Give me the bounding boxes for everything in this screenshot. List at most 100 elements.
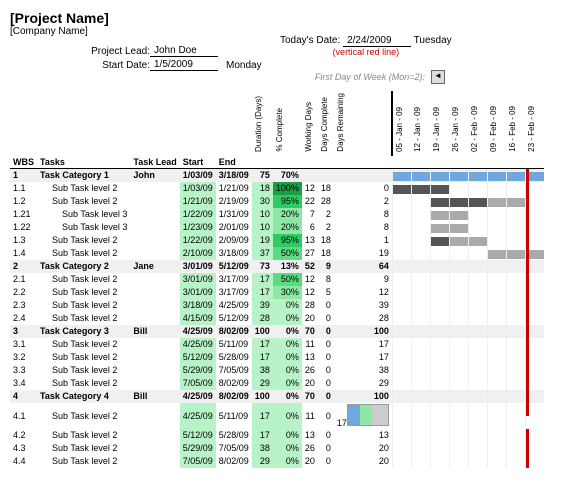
table-row[interactable]: 1.1 Sub Task level 2 1/03/09 1/21/09 18 … xyxy=(10,182,544,195)
table-row[interactable]: 1.22 Sub Task level 3 1/23/09 2/01/09 10… xyxy=(10,221,544,234)
pct-cell[interactable]: 0% xyxy=(273,325,302,338)
start-cell[interactable]: 5/12/09 xyxy=(180,429,216,442)
duration-cell[interactable]: 19 xyxy=(252,234,273,247)
duration-cell[interactable]: 39 xyxy=(252,299,273,312)
project-lead[interactable]: John Doe xyxy=(150,45,218,57)
start-cell[interactable]: 3/01/09 xyxy=(180,260,216,273)
duration-cell[interactable]: 28 xyxy=(252,312,273,325)
pct-cell[interactable]: 0% xyxy=(273,390,302,403)
start-cell[interactable]: 7/05/09 xyxy=(180,377,216,390)
start-cell[interactable]: 3/18/09 xyxy=(180,299,216,312)
pct-cell[interactable]: 0% xyxy=(273,442,302,455)
table-row[interactable]: 1 Task Category 1 John 1/03/09 3/18/09 7… xyxy=(10,168,544,182)
table-row[interactable]: 2.3 Sub Task level 2 3/18/09 4/25/09 39 … xyxy=(10,299,544,312)
duration-cell[interactable]: 18 xyxy=(252,182,273,195)
start-cell[interactable]: 3/01/09 xyxy=(180,286,216,299)
pct-cell[interactable]: 0% xyxy=(273,403,302,429)
start-cell[interactable]: 4/25/09 xyxy=(180,325,216,338)
table-row[interactable]: 2 Task Category 2 Jane 3/01/09 5/12/09 7… xyxy=(10,260,544,273)
start-cell[interactable]: 4/25/09 xyxy=(180,338,216,351)
pct-cell[interactable]: 50% xyxy=(273,247,302,260)
pct-cell[interactable]: 20% xyxy=(273,221,302,234)
start-cell[interactable]: 1/22/09 xyxy=(180,208,216,221)
table-row[interactable]: 1.21 Sub Task level 3 1/22/09 1/31/09 10… xyxy=(10,208,544,221)
table-row[interactable]: 3 Task Category 3 Bill 4/25/09 8/02/09 1… xyxy=(10,325,544,338)
duration-cell[interactable]: 17 xyxy=(252,273,273,286)
pct-cell[interactable]: 0% xyxy=(273,364,302,377)
pct-cell[interactable]: 30% xyxy=(273,286,302,299)
start-cell[interactable]: 5/12/09 xyxy=(180,351,216,364)
duration-cell[interactable]: 37 xyxy=(252,247,273,260)
table-row[interactable]: 4.1 Sub Task level 2 4/25/09 5/11/09 17 … xyxy=(10,403,544,429)
end-cell: 5/12/09 xyxy=(216,260,252,273)
table-row[interactable]: 4 Task Category 4 Bill 4/25/09 8/02/09 1… xyxy=(10,390,544,403)
dr-cell: 38 xyxy=(334,364,393,377)
duration-cell[interactable]: 10 xyxy=(252,208,273,221)
start-cell[interactable]: 1/03/09 xyxy=(180,182,216,195)
scroll-left-icon[interactable]: ◄ xyxy=(431,70,445,84)
pct-cell[interactable]: 95% xyxy=(273,195,302,208)
pct-cell[interactable]: 95% xyxy=(273,234,302,247)
duration-cell[interactable]: 17 xyxy=(252,286,273,299)
duration-cell[interactable]: 73 xyxy=(252,260,273,273)
pct-cell[interactable]: 20% xyxy=(273,208,302,221)
today-marker xyxy=(526,195,529,208)
start-cell[interactable]: 1/22/09 xyxy=(180,234,216,247)
pct-cell[interactable]: 0% xyxy=(273,429,302,442)
table-row[interactable]: 3.3 Sub Task level 2 5/29/09 7/05/09 38 … xyxy=(10,364,544,377)
table-row[interactable]: 2.4 Sub Task level 2 4/15/09 5/12/09 28 … xyxy=(10,312,544,325)
table-row[interactable]: 1.3 Sub Task level 2 1/22/09 2/09/09 19 … xyxy=(10,234,544,247)
duration-cell[interactable]: 100 xyxy=(252,325,273,338)
duration-cell[interactable]: 100 xyxy=(252,390,273,403)
pct-cell[interactable]: 0% xyxy=(273,377,302,390)
pct-cell[interactable]: 100% xyxy=(273,182,302,195)
table-row[interactable]: 1.4 Sub Task level 2 2/10/09 3/18/09 37 … xyxy=(10,247,544,260)
duration-cell[interactable]: 17 xyxy=(252,351,273,364)
task-cell: Sub Task level 2 xyxy=(37,442,130,455)
task-cell: Sub Task level 2 xyxy=(37,247,130,260)
pct-cell[interactable]: 0% xyxy=(273,351,302,364)
pct-cell[interactable]: 0% xyxy=(273,312,302,325)
todays-date[interactable]: 2/24/2009 xyxy=(343,35,411,47)
duration-cell[interactable]: 10 xyxy=(252,221,273,234)
duration-cell[interactable]: 17 xyxy=(252,338,273,351)
table-row[interactable]: 3.1 Sub Task level 2 4/25/09 5/11/09 17 … xyxy=(10,338,544,351)
pct-cell[interactable]: 0% xyxy=(273,299,302,312)
table-row[interactable]: 4.2 Sub Task level 2 5/12/09 5/28/09 17 … xyxy=(10,429,544,442)
table-row[interactable]: 4.3 Sub Task level 2 5/29/09 7/05/09 38 … xyxy=(10,442,544,455)
table-row[interactable]: 1.2 Sub Task level 2 1/21/09 2/19/09 30 … xyxy=(10,195,544,208)
start-cell[interactable]: 4/25/09 xyxy=(180,390,216,403)
duration-cell[interactable]: 75 xyxy=(252,168,273,182)
duration-cell[interactable]: 29 xyxy=(252,455,273,468)
start-cell[interactable]: 4/25/09 xyxy=(180,403,216,429)
wd-cell: 20 xyxy=(302,312,318,325)
start-cell[interactable]: 5/29/09 xyxy=(180,442,216,455)
start-cell[interactable]: 1/23/09 xyxy=(180,221,216,234)
table-row[interactable]: 2.1 Sub Task level 2 3/01/09 3/17/09 17 … xyxy=(10,273,544,286)
start-cell[interactable]: 5/29/09 xyxy=(180,364,216,377)
pct-cell[interactable]: 13% xyxy=(273,260,302,273)
today-marker xyxy=(526,390,529,403)
table-row[interactable]: 4.4 Sub Task level 2 7/05/09 8/02/09 29 … xyxy=(10,455,544,468)
pct-cell[interactable]: 70% xyxy=(273,168,302,182)
table-row[interactable]: 3.4 Sub Task level 2 7/05/09 8/02/09 29 … xyxy=(10,377,544,390)
start-cell[interactable]: 1/03/09 xyxy=(180,168,216,182)
start-cell[interactable]: 2/10/09 xyxy=(180,247,216,260)
table-row[interactable]: 3.2 Sub Task level 2 5/12/09 5/28/09 17 … xyxy=(10,351,544,364)
duration-cell[interactable]: 30 xyxy=(252,195,273,208)
pct-cell[interactable]: 50% xyxy=(273,273,302,286)
duration-cell[interactable]: 29 xyxy=(252,377,273,390)
duration-cell[interactable]: 17 xyxy=(252,429,273,442)
start-cell[interactable]: 3/01/09 xyxy=(180,273,216,286)
duration-cell[interactable]: 38 xyxy=(252,442,273,455)
pct-cell[interactable]: 0% xyxy=(273,338,302,351)
project-start-date[interactable]: 1/5/2009 xyxy=(150,59,218,71)
start-cell[interactable]: 4/15/09 xyxy=(180,312,216,325)
duration-cell[interactable]: 17 xyxy=(252,403,273,429)
gantt-cell xyxy=(449,442,468,455)
duration-cell[interactable]: 38 xyxy=(252,364,273,377)
start-cell[interactable]: 7/05/09 xyxy=(180,455,216,468)
pct-cell[interactable]: 0% xyxy=(273,455,302,468)
start-cell[interactable]: 1/21/09 xyxy=(180,195,216,208)
table-row[interactable]: 2.2 Sub Task level 2 3/01/09 3/17/09 17 … xyxy=(10,286,544,299)
